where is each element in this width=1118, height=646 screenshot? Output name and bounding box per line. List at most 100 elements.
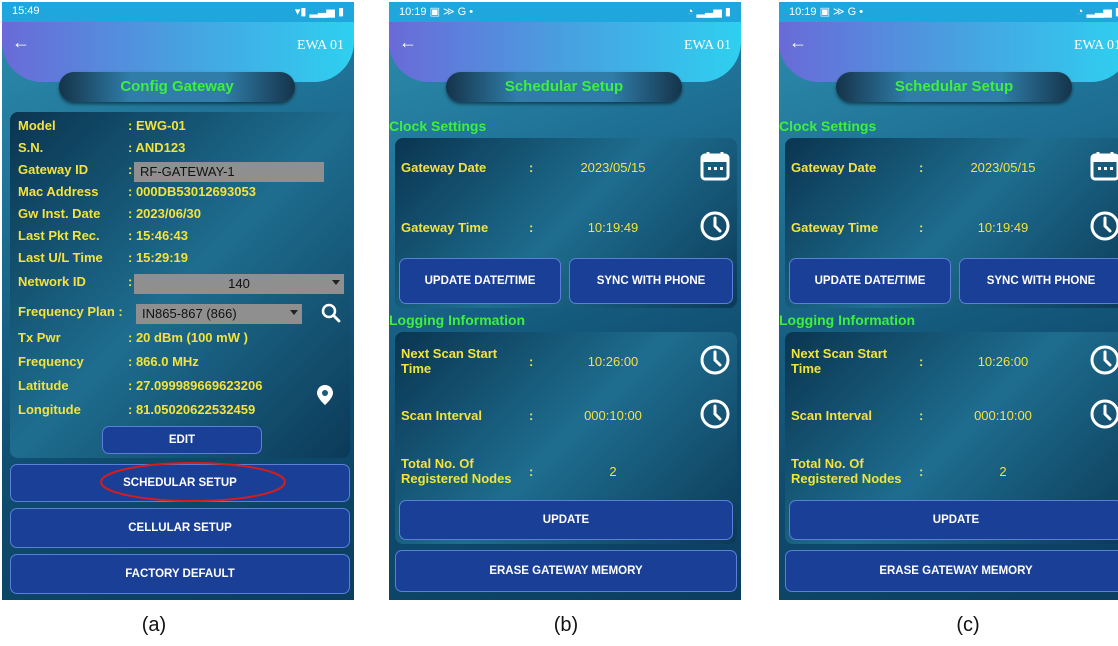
signal-battery-icon: ◔ ▂▃▅ ▮ [1076, 6, 1118, 18]
edit-button[interactable]: EDIT [102, 426, 262, 454]
page-title: Schedular Setup [836, 72, 1072, 102]
status-bar: 15:49 ▾▮ ▂▃▅ ▮ [2, 2, 354, 22]
calendar-icon[interactable] [699, 150, 731, 182]
page-title: Config Gateway [59, 72, 295, 102]
gateway-time-label: Gateway Time [791, 220, 879, 235]
field-label: S.N. [18, 140, 44, 155]
next-scan-value: 10:26:00 [587, 354, 639, 369]
sync-with-phone-button[interactable]: SYNC WITH PHONE [569, 258, 733, 304]
caption-b: (b) [553, 614, 579, 636]
clock-settings-heading: Clock Settings [389, 118, 487, 134]
field-label: Gw Inst. Date [18, 206, 101, 221]
logging-information-panel: Next Scan Start Time : 10:26:00 Scan Int… [785, 332, 1118, 544]
field-label: Longitude [18, 402, 81, 417]
colon: : [919, 160, 924, 175]
chevron-down-icon [290, 310, 298, 315]
field-label: Network ID [18, 274, 86, 289]
cellular-setup-button[interactable]: CELLULAR SETUP [10, 508, 350, 548]
field-label: Mac Address [18, 184, 99, 199]
erase-gateway-memory-button[interactable]: ERASE GATEWAY MEMORY [395, 550, 737, 592]
next-scan-label: Next Scan Start Time [401, 346, 498, 376]
field-row-install-date: Gw Inst. Date : 2023/06/30 [18, 206, 342, 228]
colon: : [529, 464, 534, 479]
status-extra: G • [847, 6, 864, 18]
status-extra: G • [457, 6, 474, 18]
field-row-gateway-id: Gateway ID : RF-GATEWAY-1 [18, 162, 342, 184]
signal-battery-icon: ▾▮ ▂▃▅ ▮ [294, 6, 344, 18]
field-value: : AND123 [128, 140, 186, 155]
status-time: 15:49 [12, 5, 40, 17]
dropdown-value: IN865-867 (866) [142, 306, 237, 321]
field-row-network-id: Network ID : 140 [18, 274, 344, 296]
back-arrow-icon[interactable]: ← [12, 32, 30, 53]
update-button[interactable]: UPDATE [399, 500, 733, 540]
colon: : [128, 274, 133, 289]
registered-nodes-value: 2 [609, 464, 617, 479]
status-time-text: 10:19 [399, 6, 427, 18]
registered-nodes-label: Total No. Of Registered Nodes [791, 456, 902, 486]
phone-screen-schedular-setup: 10:19 ▣ ≫ G • ◔ ▂▃▅ ▮ ← EWA 01 Schedular… [779, 2, 1118, 600]
field-label: Latitude [18, 378, 69, 393]
field-row-frequency-plan: Frequency Plan : IN865-867 (866) [18, 302, 342, 326]
clock-icon[interactable] [699, 398, 731, 430]
update-date-time-button[interactable]: UPDATE DATE/TIME [399, 258, 561, 304]
status-bar: 10:19 ▣ ≫ G • ◔ ▂▃▅ ▮ [389, 2, 741, 22]
field-value: : 81.05020622532459 [128, 402, 256, 417]
scan-interval-value: 000:10:00 [974, 408, 1032, 423]
gateway-id-input[interactable]: RF-GATEWAY-1 [134, 162, 324, 182]
clock-icon[interactable] [1089, 398, 1118, 430]
field-label: Model [18, 118, 56, 133]
field-value: : 27.099989669623206 [128, 378, 263, 393]
field-value: : 000DB53012693053 [128, 184, 256, 199]
factory-default-button[interactable]: FACTORY DEFAULT [10, 554, 350, 594]
clock-icon[interactable] [699, 210, 731, 242]
clock-icon[interactable] [1089, 210, 1118, 242]
clock-icon[interactable] [699, 344, 731, 376]
highlight-ellipse [100, 462, 286, 502]
field-row-longitude: Longitude : 81.05020622532459 [18, 402, 342, 424]
next-scan-value: 10:26:00 [977, 354, 1029, 369]
sync-with-phone-button[interactable]: SYNC WITH PHONE [959, 258, 1118, 304]
next-scan-label: Next Scan Start Time [791, 346, 888, 376]
back-arrow-icon[interactable]: ← [789, 32, 807, 53]
gateway-info-panel: Model : EWG-01 S.N. : AND123 Gateway ID … [10, 112, 350, 458]
field-value: : 15:29:19 [128, 250, 188, 265]
status-time-text: 10:19 [789, 6, 817, 18]
colon: : [919, 408, 924, 423]
phone-screen-schedular-setup: 10:19 ▣ ≫ G • ◔ ▂▃▅ ▮ ← EWA 01 Schedular… [389, 2, 741, 600]
gateway-date-value: 2023/05/15 [970, 160, 1036, 175]
scan-interval-label: Scan Interval [401, 408, 482, 423]
field-row-sn: S.N. : AND123 [18, 140, 342, 162]
logging-information-heading: Logging Information [779, 312, 916, 328]
erase-gateway-memory-button[interactable]: ERASE GATEWAY MEMORY [785, 550, 1118, 592]
map-pin-icon[interactable] [316, 384, 334, 406]
calendar-icon[interactable] [1089, 150, 1118, 182]
scan-interval-label: Scan Interval [791, 408, 872, 423]
field-label: Frequency Plan : [18, 304, 123, 319]
search-icon[interactable] [320, 302, 342, 324]
colon: : [529, 354, 534, 369]
gateway-time-value: 10:19:49 [977, 220, 1029, 235]
update-button[interactable]: UPDATE [789, 500, 1118, 540]
field-label: Frequency [18, 354, 84, 369]
field-label: Gateway ID [18, 162, 89, 177]
field-row-model: Model : EWG-01 [18, 118, 342, 140]
chevron-down-icon [332, 280, 340, 285]
field-label: Last U/L Time [18, 250, 103, 265]
field-row-frequency: Frequency : 866.0 MHz [18, 354, 342, 376]
clock-icon[interactable] [1089, 344, 1118, 376]
field-value: : 15:46:43 [128, 228, 188, 243]
update-date-time-button[interactable]: UPDATE DATE/TIME [789, 258, 951, 304]
field-label: Last Pkt Rec. [18, 228, 100, 243]
back-arrow-icon[interactable]: ← [399, 32, 417, 53]
network-id-dropdown[interactable]: 140 [134, 274, 344, 294]
status-bar: 10:19 ▣ ≫ G • ◔ ▂▃▅ ▮ [779, 2, 1118, 22]
clock-settings-panel: Gateway Date : 2023/05/15 Gateway Time :… [395, 138, 737, 308]
phone-screen-config-gateway: 15:49 ▾▮ ▂▃▅ ▮ ← EWA 01 Config Gateway M… [2, 2, 354, 600]
status-time: 10:19 ▣ ≫ G • [789, 6, 864, 18]
colon: : [919, 354, 924, 369]
caption-a: (a) [141, 614, 167, 636]
status-time: 10:19 ▣ ≫ G • [399, 6, 474, 18]
device-name: EWA 01 [683, 38, 731, 53]
frequency-plan-dropdown[interactable]: IN865-867 (866) [136, 304, 302, 324]
